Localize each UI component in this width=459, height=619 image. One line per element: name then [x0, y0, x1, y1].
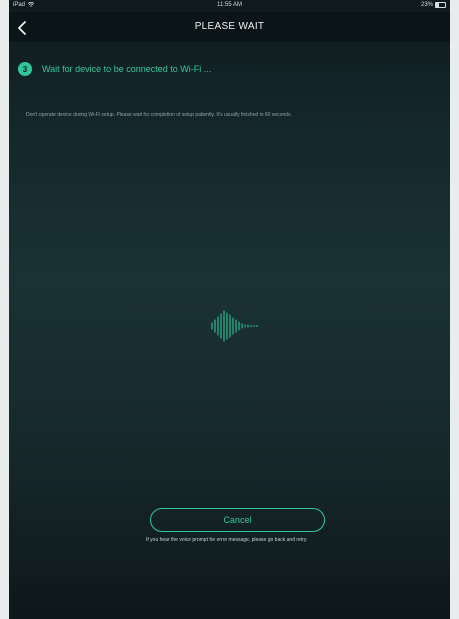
battery-icon — [435, 2, 446, 8]
retry-hint: If you hear the voice prompt for error m… — [146, 537, 308, 543]
clock: 11:55 AM — [217, 2, 242, 8]
cancel-button[interactable]: Cancel — [150, 508, 325, 532]
nav-bar: PLEASE WAIT — [9, 12, 450, 42]
page-title: PLEASE WAIT — [194, 21, 265, 32]
setup-description: Don't operate device during Wi-Fi setup.… — [26, 112, 292, 118]
battery-percent: 23% — [420, 2, 433, 8]
step-title: Wait for device to be connected to Wi-Fi… — [42, 64, 212, 74]
status-bar: iPad 11:55 AM 23% — [9, 0, 450, 12]
battery-status: 23% — [421, 2, 446, 8]
wifi-setup-screen: iPad 11:55 AM 23% PLEASE WAIT 3 Wait for… — [9, 0, 450, 619]
sound-wave-icon — [211, 310, 258, 342]
step-indicator: 3 Wait for device to be connected to Wi-… — [18, 62, 211, 76]
step-number-badge: 3 — [18, 62, 32, 76]
